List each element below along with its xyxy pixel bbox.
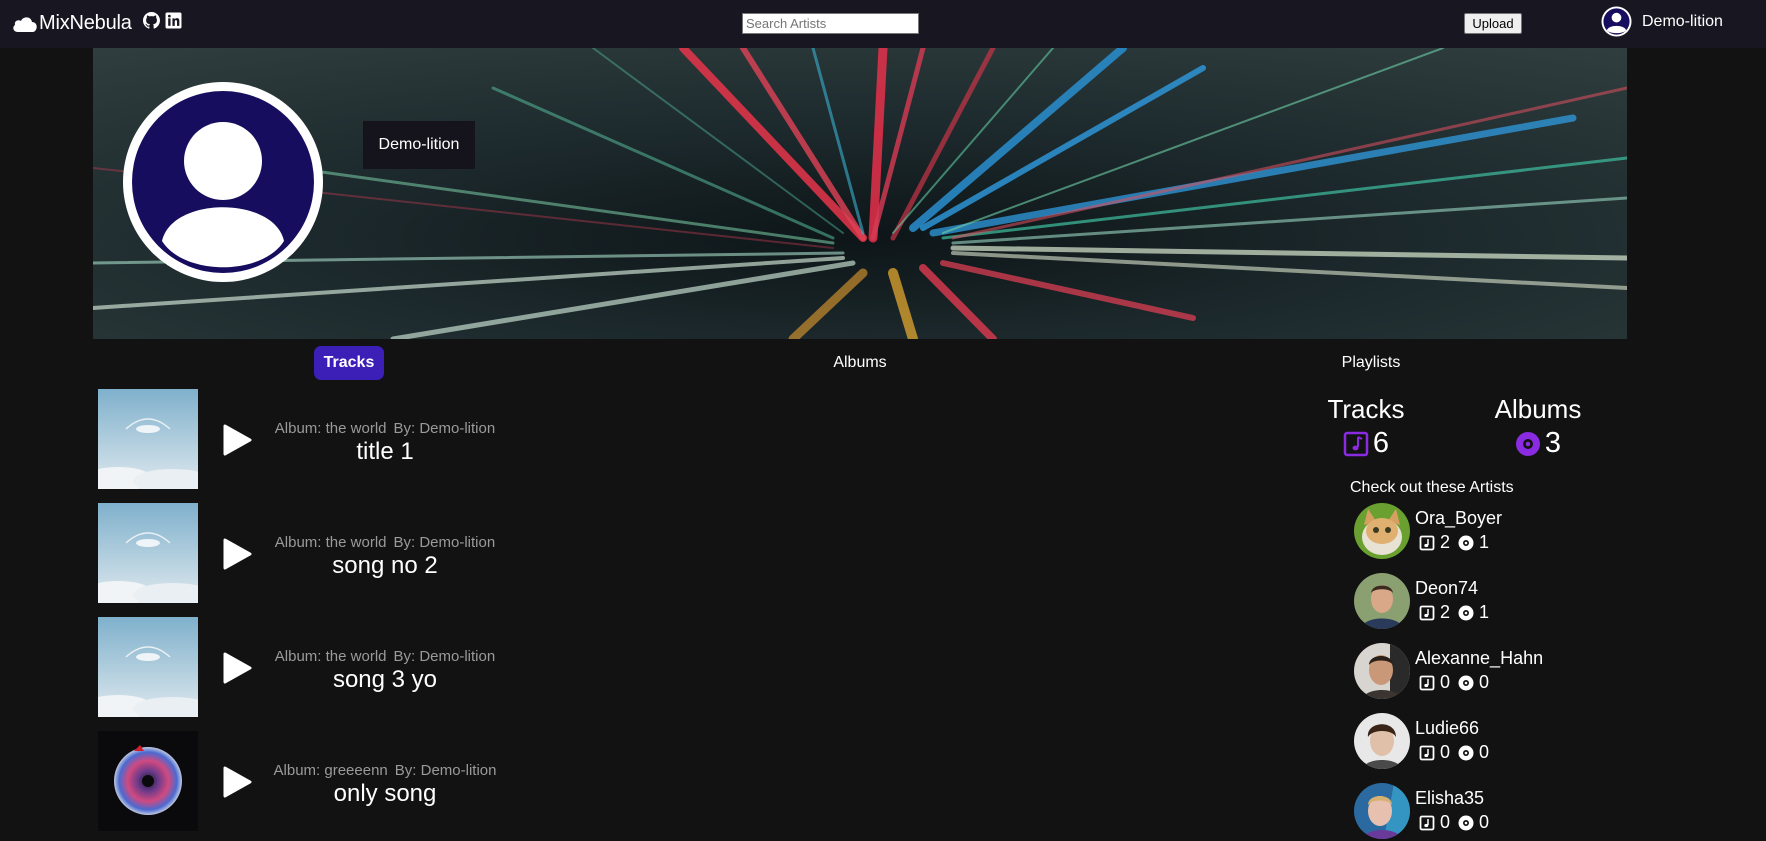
albums-stat: Albums 3 xyxy=(1478,394,1598,460)
music-note-icon xyxy=(1343,431,1369,456)
vinyl-disc-icon xyxy=(1458,535,1474,550)
artist-album-count: 0 xyxy=(1479,812,1490,832)
vinyl-disc-icon xyxy=(1515,431,1540,456)
track-artist[interactable]: By: Demo-lition xyxy=(395,762,497,779)
track-artwork[interactable] xyxy=(98,503,198,603)
albums-count: 3 xyxy=(1544,427,1562,459)
music-note-icon xyxy=(1419,745,1435,760)
artist-item[interactable]: Ora_Boyer 2 1 xyxy=(1354,503,1614,561)
track-meta: Album: the world By: Demo-lition xyxy=(272,420,498,437)
artist-avatar[interactable] xyxy=(1354,573,1410,629)
artist-track-count: 2 xyxy=(1440,532,1451,552)
artist-track-count: 0 xyxy=(1440,742,1451,762)
artist-item[interactable]: Ludie66 0 0 xyxy=(1354,713,1614,771)
linkedin-icon[interactable] xyxy=(165,12,182,29)
profile-picture[interactable] xyxy=(123,82,323,282)
track-meta: Album: greeeenn By: Demo-lition xyxy=(272,762,498,779)
profile-banner: Demo-lition xyxy=(93,48,1627,339)
music-note-icon xyxy=(1419,535,1435,550)
upload-button[interactable]: Upload xyxy=(1464,13,1522,34)
artist-item[interactable]: Deon74 2 1 xyxy=(1354,573,1614,631)
track-artist[interactable]: By: Demo-lition xyxy=(394,534,496,551)
user-menu[interactable]: Demo-lition xyxy=(1601,6,1723,37)
artist-album-count: 1 xyxy=(1479,602,1490,622)
artist-avatar[interactable] xyxy=(1354,713,1410,769)
vinyl-disc-icon xyxy=(1458,675,1474,690)
artist-name[interactable]: Ora_Boyer xyxy=(1415,508,1502,529)
track-artwork[interactable] xyxy=(98,731,198,831)
music-note-icon xyxy=(1419,605,1435,620)
vinyl-disc-icon xyxy=(1458,815,1474,830)
tracks-stat: Tracks 6 xyxy=(1306,394,1426,460)
track-title[interactable]: title 1 xyxy=(272,438,498,466)
github-icon[interactable] xyxy=(143,12,160,29)
logo[interactable]: MixNebula xyxy=(12,12,132,35)
track-artwork[interactable] xyxy=(98,617,198,717)
tracks-stat-label: Tracks xyxy=(1327,394,1405,424)
albums-stat-label: Albums xyxy=(1494,394,1582,424)
track-artwork[interactable] xyxy=(98,389,198,489)
artist-album-count: 1 xyxy=(1479,532,1490,552)
artist-track-count: 0 xyxy=(1440,672,1451,692)
tracks-count: 6 xyxy=(1372,427,1390,459)
top-navbar: MixNebula Upload Demo-lition xyxy=(0,0,1766,48)
artist-stats: 2 1 xyxy=(1419,532,1497,553)
artist-stats: 2 1 xyxy=(1419,602,1497,623)
suggested-artists-heading: Check out these Artists xyxy=(1350,479,1514,496)
user-avatar-icon xyxy=(162,122,284,268)
artist-avatar[interactable] xyxy=(1354,503,1410,559)
light-streaks-image xyxy=(93,48,1627,339)
user-avatar-icon xyxy=(1601,6,1632,37)
track-title[interactable]: song no 2 xyxy=(272,552,498,580)
track-album[interactable]: Album: the world xyxy=(275,648,387,665)
artist-name[interactable]: Deon74 xyxy=(1415,578,1478,599)
play-icon[interactable] xyxy=(222,538,252,570)
vinyl-disc-icon xyxy=(1458,605,1474,620)
track-title[interactable]: song 3 yo xyxy=(272,666,498,694)
artist-avatar[interactable] xyxy=(1354,643,1410,699)
track-artist[interactable]: By: Demo-lition xyxy=(394,420,496,437)
play-icon[interactable] xyxy=(222,424,252,456)
app-name: MixNebula xyxy=(39,12,132,34)
social-links xyxy=(143,12,182,29)
artist-name[interactable]: Alexanne_Hahn xyxy=(1415,648,1543,669)
track-artist[interactable]: By: Demo-lition xyxy=(394,648,496,665)
artist-track-count: 0 xyxy=(1440,812,1451,832)
artist-item[interactable]: Elisha35 0 0 xyxy=(1354,783,1614,841)
username: Demo-lition xyxy=(1642,12,1723,30)
artist-name[interactable]: Ludie66 xyxy=(1415,718,1479,739)
artist-album-count: 0 xyxy=(1479,672,1490,692)
track-item: Album: the world By: Demo-lition title 1 xyxy=(98,389,658,489)
tab-tracks[interactable]: Tracks xyxy=(314,346,384,380)
track-meta: Album: the world By: Demo-lition xyxy=(272,648,498,665)
artist-stats: 0 0 xyxy=(1419,672,1497,693)
track-album[interactable]: Album: the world xyxy=(275,534,387,551)
music-note-icon xyxy=(1419,675,1435,690)
play-icon[interactable] xyxy=(222,766,252,798)
vinyl-disc-icon xyxy=(1458,745,1474,760)
search-input[interactable] xyxy=(742,13,919,34)
track-item: Album: the world By: Demo-lition song 3 y… xyxy=(98,617,658,717)
tab-albums[interactable]: Albums xyxy=(825,346,895,380)
artist-stats: 0 0 xyxy=(1419,742,1497,763)
music-note-icon xyxy=(1419,815,1435,830)
cloud-icon xyxy=(13,16,37,32)
artist-avatar[interactable] xyxy=(1354,783,1410,839)
track-item: Album: the world By: Demo-lition song no … xyxy=(98,503,658,603)
artist-album-count: 0 xyxy=(1479,742,1490,762)
track-title[interactable]: only song xyxy=(272,780,498,808)
track-album[interactable]: Album: greeeenn xyxy=(274,762,388,779)
track-item: Album: greeeenn By: Demo-lition only song xyxy=(98,731,658,831)
profile-name-badge: Demo-lition xyxy=(363,121,475,169)
artist-track-count: 2 xyxy=(1440,602,1451,622)
track-album[interactable]: Album: the world xyxy=(275,420,387,437)
tab-playlists[interactable]: Playlists xyxy=(1331,346,1411,380)
artist-name[interactable]: Elisha35 xyxy=(1415,788,1484,809)
artist-item[interactable]: Alexanne_Hahn 0 0 xyxy=(1354,643,1614,701)
artist-stats: 0 0 xyxy=(1419,812,1497,833)
track-meta: Album: the world By: Demo-lition xyxy=(272,534,498,551)
play-icon[interactable] xyxy=(222,652,252,684)
